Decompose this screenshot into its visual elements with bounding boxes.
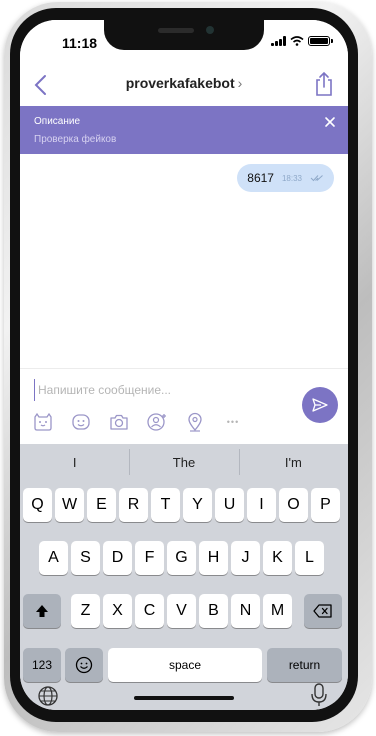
- message-composer: •••: [20, 368, 348, 444]
- key-d[interactable]: D: [103, 541, 132, 575]
- emoji-icon: [75, 656, 93, 674]
- key-e[interactable]: E: [87, 488, 116, 522]
- microphone-icon[interactable]: [310, 682, 328, 708]
- key-j[interactable]: J: [231, 541, 260, 575]
- wifi-icon: [290, 36, 304, 46]
- close-icon[interactable]: [324, 116, 336, 128]
- key-l[interactable]: L: [295, 541, 324, 575]
- numbers-key[interactable]: 123: [23, 648, 61, 682]
- key-n[interactable]: N: [231, 594, 260, 628]
- suggestion-bar: I The I'm: [20, 444, 348, 480]
- sticker-icon[interactable]: [32, 411, 54, 433]
- key-u[interactable]: U: [215, 488, 244, 522]
- speaker-grille: [158, 28, 194, 33]
- signal-icon: [271, 36, 286, 46]
- key-h[interactable]: H: [199, 541, 228, 575]
- home-indicator[interactable]: [134, 696, 234, 700]
- message-input[interactable]: [34, 379, 264, 401]
- key-f[interactable]: F: [135, 541, 164, 575]
- on-screen-keyboard: I The I'm Q W E R T Y U I O P A S D F G …: [20, 444, 348, 710]
- key-q[interactable]: Q: [23, 488, 52, 522]
- key-x[interactable]: X: [103, 594, 132, 628]
- key-g[interactable]: G: [167, 541, 196, 575]
- front-camera: [206, 26, 214, 34]
- key-y[interactable]: Y: [183, 488, 212, 522]
- key-w[interactable]: W: [55, 488, 84, 522]
- chevron-right-icon: ›: [237, 75, 243, 91]
- share-icon[interactable]: [312, 70, 336, 98]
- send-button[interactable]: [302, 387, 338, 423]
- message-list[interactable]: 8617 18:33: [20, 154, 348, 368]
- location-icon[interactable]: [184, 411, 206, 433]
- key-c[interactable]: C: [135, 594, 164, 628]
- emoji-key[interactable]: [65, 648, 103, 682]
- key-m[interactable]: M: [263, 594, 292, 628]
- delete-key[interactable]: [304, 594, 342, 628]
- key-s[interactable]: S: [71, 541, 100, 575]
- description-title: Описание: [34, 116, 81, 127]
- more-options-icon[interactable]: •••: [222, 411, 244, 433]
- gif-icon[interactable]: [70, 411, 92, 433]
- key-k[interactable]: K: [263, 541, 292, 575]
- key-p[interactable]: P: [311, 488, 340, 522]
- key-r[interactable]: R: [119, 488, 148, 522]
- add-contact-icon[interactable]: [146, 411, 168, 433]
- phone-screen: 11:18 proverkafakebot › Описание Проверк…: [20, 20, 348, 710]
- backspace-icon: [313, 604, 332, 618]
- battery-icon: [308, 36, 333, 46]
- key-t[interactable]: T: [151, 488, 180, 522]
- outgoing-message[interactable]: 8617 18:33: [237, 164, 334, 192]
- chat-header: proverkafakebot ›: [20, 64, 348, 106]
- status-time: 11:18: [62, 35, 98, 51]
- camera-icon[interactable]: [108, 411, 130, 433]
- suggestion-item[interactable]: The: [129, 448, 238, 475]
- description-text: Проверка фейков: [34, 134, 117, 145]
- description-banner: Описание Проверка фейков: [20, 106, 348, 154]
- notch: [104, 20, 264, 50]
- suggestion-item[interactable]: I'm: [238, 448, 348, 475]
- composer-toolbar: •••: [32, 411, 244, 433]
- message-text: 8617: [247, 171, 274, 185]
- key-z[interactable]: Z: [71, 594, 100, 628]
- space-key[interactable]: space: [108, 648, 262, 682]
- send-icon: [312, 398, 328, 412]
- key-o[interactable]: O: [279, 488, 308, 522]
- return-key[interactable]: return: [267, 648, 342, 682]
- globe-icon[interactable]: [36, 684, 60, 708]
- message-time: 18:33: [281, 173, 302, 183]
- double-check-icon: [310, 175, 323, 182]
- status-icons: [271, 36, 333, 46]
- status-bar: 11:18: [20, 20, 348, 64]
- shift-key[interactable]: [23, 594, 61, 628]
- chat-title[interactable]: proverkafakebot ›: [20, 75, 348, 91]
- key-b[interactable]: B: [199, 594, 228, 628]
- suggestion-item[interactable]: I: [20, 455, 129, 470]
- shift-icon: [36, 605, 48, 617]
- key-i[interactable]: I: [247, 488, 276, 522]
- chat-title-text: proverkafakebot: [125, 75, 235, 91]
- key-v[interactable]: V: [167, 594, 196, 628]
- key-a[interactable]: A: [39, 541, 68, 575]
